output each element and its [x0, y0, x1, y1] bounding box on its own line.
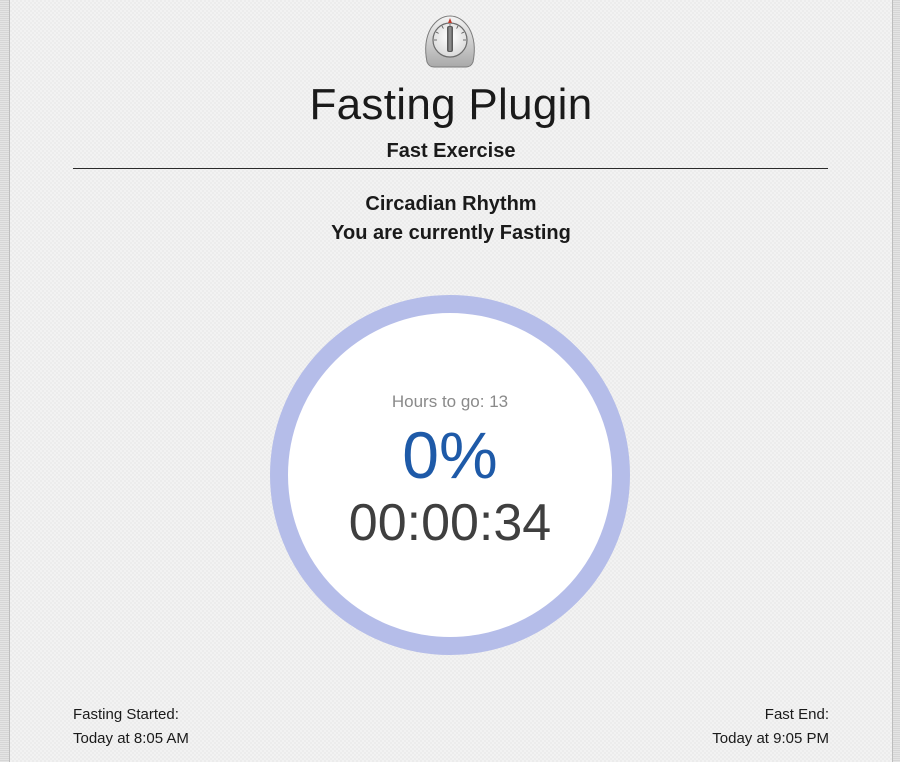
- app-title: Fasting Plugin: [309, 80, 593, 129]
- elapsed-timer: 00:00:34: [348, 494, 552, 552]
- header-divider: [73, 168, 828, 169]
- plan-name: Circadian Rhythm: [365, 193, 537, 215]
- fasting-status: You are currently Fasting: [331, 222, 571, 244]
- fast-started-label: Fasting Started:: [73, 706, 179, 723]
- hours-to-go: Hours to go: 13: [391, 392, 509, 411]
- fast-end-label: Fast End:: [764, 706, 829, 723]
- percent-complete: 0%: [402, 418, 498, 492]
- fast-end-value: Today at 9:05 PM: [712, 730, 829, 747]
- plugin-panel: Fasting Plugin Fast Exercise Circadian R…: [9, 0, 893, 762]
- fast-started-value: Today at 8:05 AM: [73, 730, 189, 747]
- app-subtitle: Fast Exercise: [386, 140, 516, 162]
- window-frame-left: [0, 0, 9, 762]
- kitchen-timer-icon: [425, 15, 475, 68]
- progress-ring: Hours to go: 13 0% 00:00:34: [270, 295, 630, 655]
